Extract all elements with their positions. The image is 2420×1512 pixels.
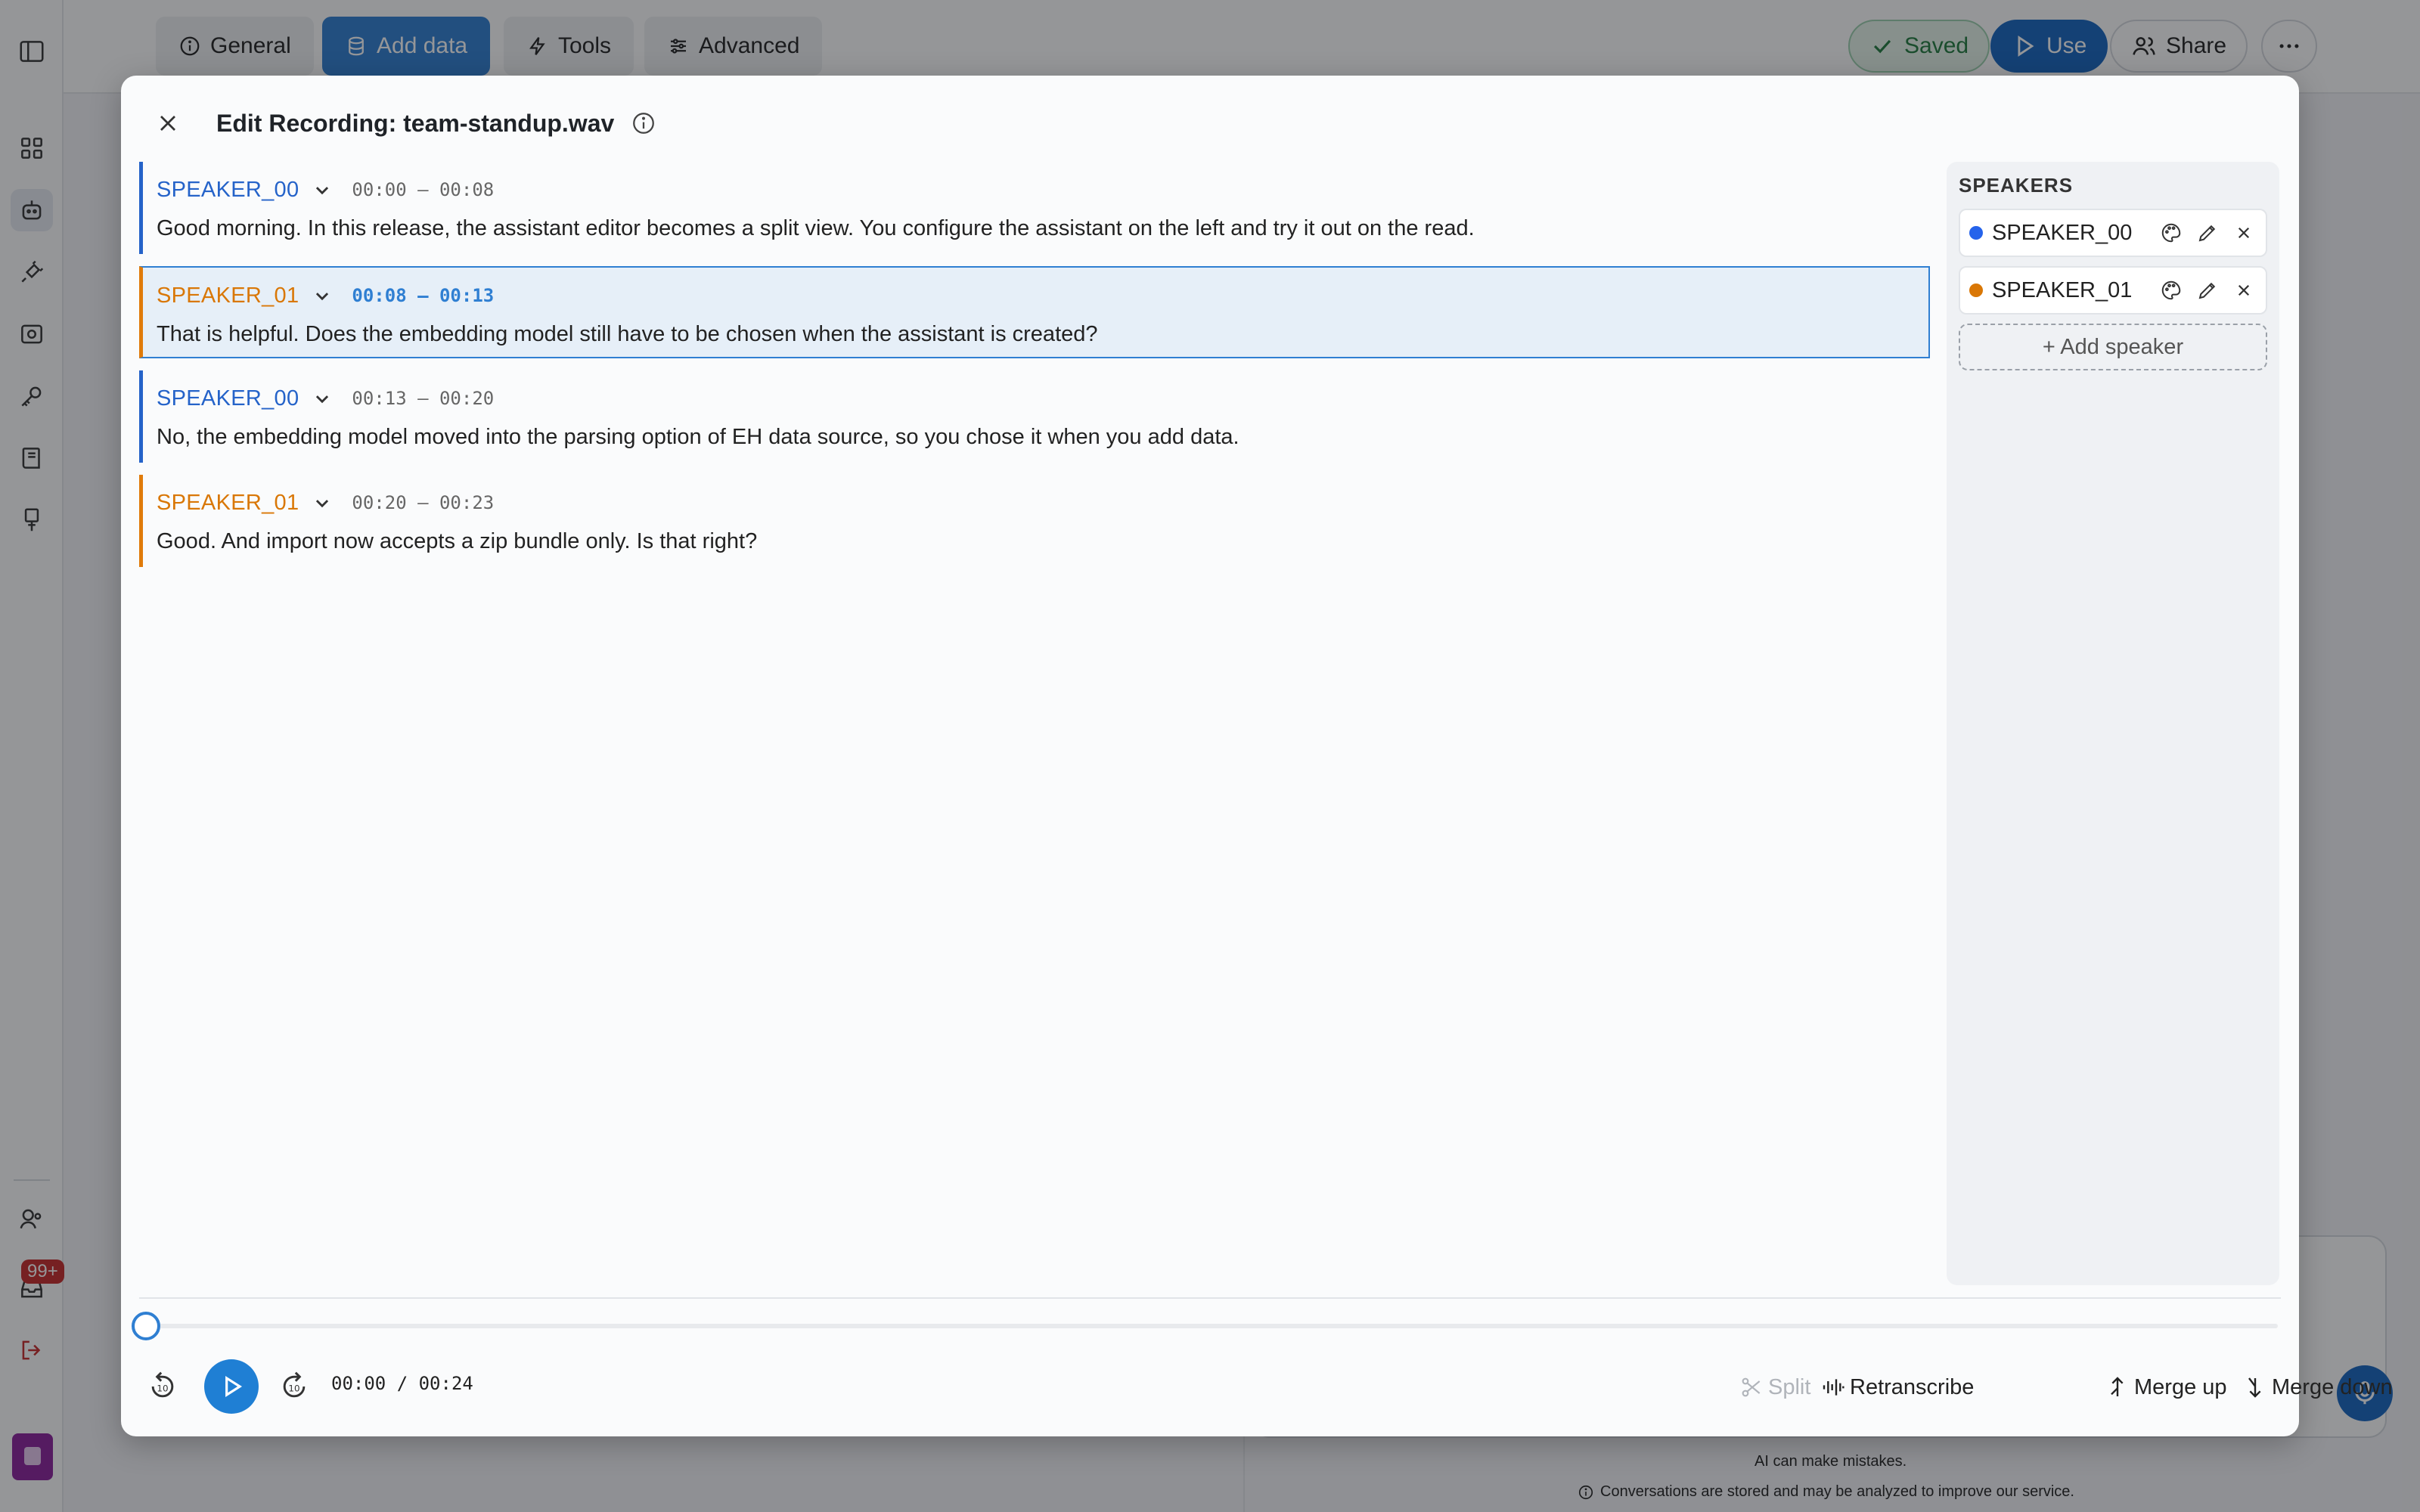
progress-thumb[interactable] (132, 1312, 160, 1340)
speakers-heading: SPEAKERS (1959, 174, 2074, 197)
pencil-icon[interactable] (2195, 277, 2220, 303)
segment-text[interactable]: That is helpful. Does the embedding mode… (157, 322, 1928, 347)
merge-down-label: Merge down (2272, 1374, 2393, 1399)
speaker-color-dot (1969, 226, 1983, 240)
segment-speaker[interactable]: SPEAKER_01 (157, 491, 299, 516)
segment-time: 00:20 – 00:23 (352, 492, 495, 513)
segment-speaker[interactable]: SPEAKER_01 (157, 284, 299, 308)
transcript-segment[interactable]: SPEAKER_01 00:20 – 00:23 Good. And impor… (139, 475, 1930, 567)
split-button[interactable]: Split (1739, 1370, 1810, 1405)
segment-time: 00:13 – 00:20 (352, 388, 495, 409)
transcript-segments: SPEAKER_00 00:00 – 00:08 Good morning. I… (139, 162, 1930, 579)
speaker-name: SPEAKER_00 (1992, 220, 2133, 245)
split-label: Split (1768, 1374, 1811, 1399)
merge-up-label: Merge up (2134, 1374, 2227, 1399)
speakers-panel: SPEAKERS SPEAKER_00 SPEAKER_01 + Add spe… (1947, 162, 2279, 1285)
segment-text[interactable]: No, the embedding model moved into the p… (157, 425, 1930, 450)
audio-lines-icon (1821, 1375, 1845, 1399)
svg-text:10: 10 (288, 1383, 299, 1393)
edit-recording-dialog: Edit Recording: team-standup.wav SPEAKER… (121, 76, 2393, 1436)
close-icon[interactable] (151, 107, 185, 140)
add-speaker-button[interactable]: + Add speaker (1959, 324, 2267, 370)
palette-icon[interactable] (2158, 220, 2184, 246)
pencil-icon[interactable] (2195, 220, 2220, 246)
dialog-title: Edit Recording: team-standup.wav (216, 109, 615, 137)
forward-10-icon[interactable]: 10 (274, 1366, 315, 1407)
rewind-10-icon[interactable]: 10 (142, 1366, 183, 1407)
close-icon[interactable] (2231, 220, 2257, 246)
scissors-icon (1739, 1375, 1764, 1399)
retranscribe-label: Retranscribe (1850, 1374, 1975, 1399)
chevron-down-icon[interactable] (309, 386, 335, 411)
retranscribe-button[interactable]: Retranscribe (1821, 1370, 1974, 1405)
transcript-segment[interactable]: SPEAKER_00 00:00 – 00:08 Good morning. I… (139, 162, 1930, 254)
playback-progress-slider[interactable] (132, 1312, 2278, 1340)
palette-icon[interactable] (2158, 277, 2184, 303)
merge-up-icon (2105, 1375, 2130, 1399)
info-icon[interactable] (631, 110, 656, 136)
segment-speaker[interactable]: SPEAKER_00 (157, 386, 299, 411)
merge-up-button[interactable]: Merge up (2105, 1370, 2227, 1405)
divider (139, 1297, 2281, 1299)
segment-speaker[interactable]: SPEAKER_00 (157, 178, 299, 203)
playback-time: 00:00 / 00:24 (331, 1373, 473, 1394)
transcript-segment-selected[interactable]: SPEAKER_01 00:08 – 00:13 That is helpful… (139, 266, 1930, 358)
play-icon (217, 1372, 246, 1401)
segment-time: 00:08 – 00:13 (352, 285, 495, 306)
chevron-down-icon[interactable] (309, 283, 335, 308)
speaker-card[interactable]: SPEAKER_01 (1959, 266, 2267, 314)
svg-text:10: 10 (157, 1383, 168, 1393)
merge-down-icon (2243, 1375, 2267, 1399)
segment-text[interactable]: Good. And import now accepts a zip bundl… (157, 529, 1930, 554)
close-icon[interactable] (2231, 277, 2257, 303)
segment-text[interactable]: Good morning. In this release, the assis… (157, 216, 1930, 241)
merge-down-button[interactable]: Merge down (2243, 1370, 2393, 1405)
speaker-name: SPEAKER_01 (1992, 277, 2133, 302)
segment-time: 00:00 – 00:08 (352, 179, 495, 200)
chevron-down-icon[interactable] (309, 177, 335, 203)
transcript-segment[interactable]: SPEAKER_00 00:13 – 00:20 No, the embeddi… (139, 370, 1930, 463)
speaker-color-dot (1969, 284, 1983, 297)
play-button[interactable] (204, 1359, 259, 1414)
chevron-down-icon[interactable] (309, 490, 335, 516)
dialog-header: Edit Recording: team-standup.wav (151, 104, 656, 142)
speaker-card[interactable]: SPEAKER_00 (1959, 209, 2267, 257)
